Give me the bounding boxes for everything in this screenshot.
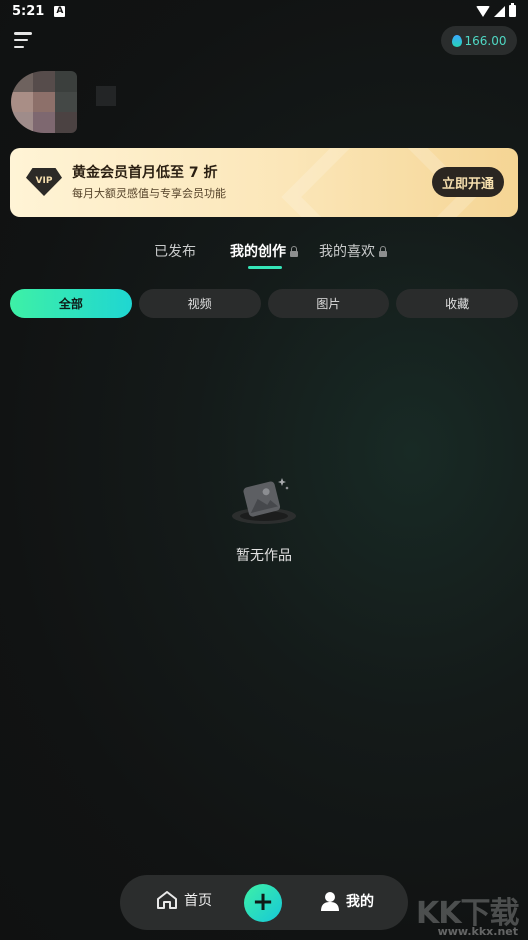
- vip-subtitle: 每月大额灵感值与专享会员功能: [72, 187, 226, 200]
- vip-title: 黄金会员首月低至 7 折: [72, 165, 218, 181]
- plus-icon: +: [252, 887, 274, 917]
- avatar-pixel: [33, 71, 55, 92]
- tab-published[interactable]: 已发布: [154, 240, 196, 262]
- avatar-pixel: [55, 91, 77, 113]
- avatar-pixel: [33, 91, 55, 113]
- tab-my-creations[interactable]: 我的创作: [230, 240, 299, 262]
- nav-mine[interactable]: 我的: [320, 890, 374, 912]
- avatar-pixel: [11, 112, 33, 133]
- credits-badge[interactable]: 166.00: [441, 26, 517, 55]
- vip-open-button[interactable]: 立即开通: [432, 167, 504, 197]
- nav-mine-label: 我的: [346, 894, 374, 910]
- filter-video[interactable]: 视频: [138, 289, 261, 318]
- home-icon: [157, 891, 177, 909]
- tab-my-likes[interactable]: 我的喜欢: [319, 240, 388, 262]
- username-blurred: [96, 86, 116, 106]
- avatar-pixel: [11, 71, 33, 92]
- nav-home[interactable]: 首页: [156, 890, 212, 910]
- avatar[interactable]: [11, 71, 77, 133]
- empty-box-icon: [232, 478, 296, 524]
- filter-all[interactable]: 全部: [10, 289, 132, 318]
- avatar-pixel: [11, 91, 33, 113]
- status-indicators: [476, 3, 516, 17]
- avatar-pixel: [33, 112, 55, 133]
- user-icon: [321, 892, 339, 911]
- credits-value: 166.00: [464, 33, 507, 48]
- create-button[interactable]: +: [244, 884, 282, 922]
- lock-icon: [289, 245, 299, 257]
- wifi-icon: [476, 5, 490, 17]
- filter-chips: 全部 视频 图片 收藏: [10, 289, 518, 318]
- avatar-pixel: [55, 112, 77, 133]
- menu-icon[interactable]: [14, 31, 34, 49]
- status-bar: 5:21 A: [0, 0, 528, 22]
- vip-banner[interactable]: VIP 黄金会员首月低至 7 折 每月大额灵感值与专享会员功能 立即开通: [10, 148, 518, 217]
- avatar-pixel: [55, 71, 77, 92]
- signal-icon: [494, 5, 505, 17]
- profile-tabs: 已发布 我的创作 我的喜欢: [0, 240, 528, 272]
- empty-state-text: 暂无作品: [236, 548, 292, 564]
- watermark-url: www.kkx.net: [437, 925, 518, 938]
- vip-diamond-icon: VIP: [26, 168, 62, 196]
- filter-favorites[interactable]: 收藏: [396, 289, 518, 318]
- filter-image[interactable]: 图片: [267, 289, 390, 318]
- bottom-nav: 首页 + 我的: [120, 875, 408, 930]
- notification-a-icon: A: [54, 5, 66, 17]
- status-time: 5:21: [12, 3, 45, 19]
- lock-icon: [378, 245, 388, 257]
- nav-home-label: 首页: [184, 893, 212, 909]
- droplet-icon: [451, 34, 462, 47]
- battery-icon: [509, 3, 516, 17]
- watermark: KK下载 www.kkx.net: [414, 888, 522, 938]
- active-tab-indicator: [248, 266, 282, 269]
